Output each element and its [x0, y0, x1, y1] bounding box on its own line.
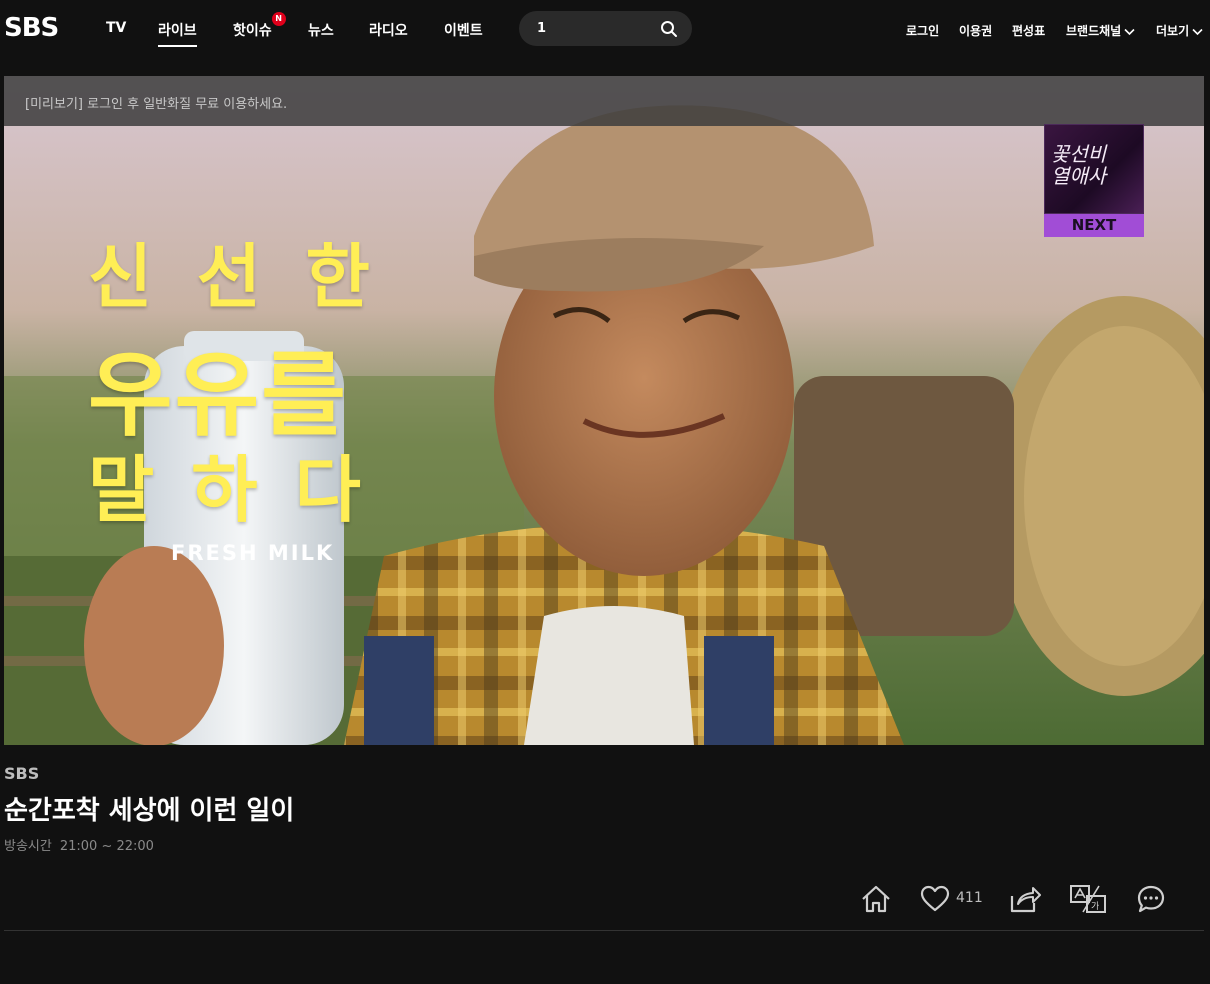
sbs-logo[interactable]: SBS	[4, 13, 59, 43]
next-program-thumbnail: 꽃선비 열애사	[1044, 124, 1144, 214]
nav-hot-issue-label: 핫이슈	[233, 23, 272, 39]
preview-notice-bar: [미리보기] 로그인 후 일반화질 무료 이용하세요.	[4, 76, 1204, 126]
ticket-link[interactable]: 이용권	[959, 22, 992, 39]
ad-product-label: FRESH MILK	[171, 541, 335, 565]
like-count: 411	[956, 890, 983, 906]
new-badge: N	[271, 12, 286, 26]
nav-event[interactable]: 이벤트	[444, 20, 483, 40]
ad-text-line3: 말 하 다	[88, 448, 367, 532]
more-menu[interactable]: 더보기	[1156, 22, 1203, 39]
search-input[interactable]	[537, 11, 657, 46]
nav-tv[interactable]: TV	[106, 20, 126, 36]
next-label: NEXT	[1044, 214, 1144, 237]
content-divider	[4, 930, 1204, 931]
subtitle-icon[interactable]: 가	[1069, 884, 1109, 914]
brand-channel-label: 브랜드채널	[1066, 24, 1122, 38]
svg-text:가: 가	[1091, 901, 1099, 912]
search-box	[519, 11, 692, 46]
nav-news[interactable]: 뉴스	[308, 20, 334, 40]
share-icon[interactable]	[1009, 884, 1041, 914]
program-title: 순간포착 세상에 이런 일이	[4, 796, 295, 826]
chevron-down-icon	[1124, 28, 1135, 35]
nav-hot-issue[interactable]: 핫이슈 N	[233, 12, 286, 40]
more-label: 더보기	[1156, 24, 1190, 38]
preview-notice-text: [미리보기] 로그인 후 일반화질 무료 이용하세요.	[25, 97, 288, 112]
home-icon[interactable]	[860, 884, 892, 914]
airtime: 방송시간 21:00 ~ 22:00	[4, 835, 154, 854]
comment-icon[interactable]	[1137, 885, 1165, 913]
nav-live[interactable]: 라이브	[158, 20, 197, 47]
chevron-down-icon	[1192, 28, 1203, 35]
next-program-card[interactable]: 꽃선비 열애사 NEXT	[1044, 124, 1144, 237]
airtime-label: 방송시간	[4, 839, 52, 854]
search-icon[interactable]	[660, 20, 678, 38]
top-header: SBS TV 라이브 핫이슈 N 뉴스 라디오 이벤트 로그인 이용권 편성표 …	[0, 0, 1210, 58]
channel-name: SBS	[4, 764, 40, 783]
heart-icon[interactable]	[920, 885, 950, 913]
nav-radio[interactable]: 라디오	[369, 20, 408, 40]
video-player[interactable]: 신 선 한 우유를 말 하 다 FRESH MILK [미리보기] 로그인 후 …	[4, 76, 1204, 745]
brand-channel-menu[interactable]: 브랜드채널	[1066, 22, 1135, 39]
airtime-value: 21:00 ~ 22:00	[59, 839, 154, 854]
login-link[interactable]: 로그인	[906, 22, 939, 39]
next-program-title-art: 꽃선비 열애사	[1051, 142, 1107, 188]
schedule-link[interactable]: 편성표	[1012, 22, 1045, 39]
ad-text-line1: 신 선 한	[88, 236, 380, 318]
